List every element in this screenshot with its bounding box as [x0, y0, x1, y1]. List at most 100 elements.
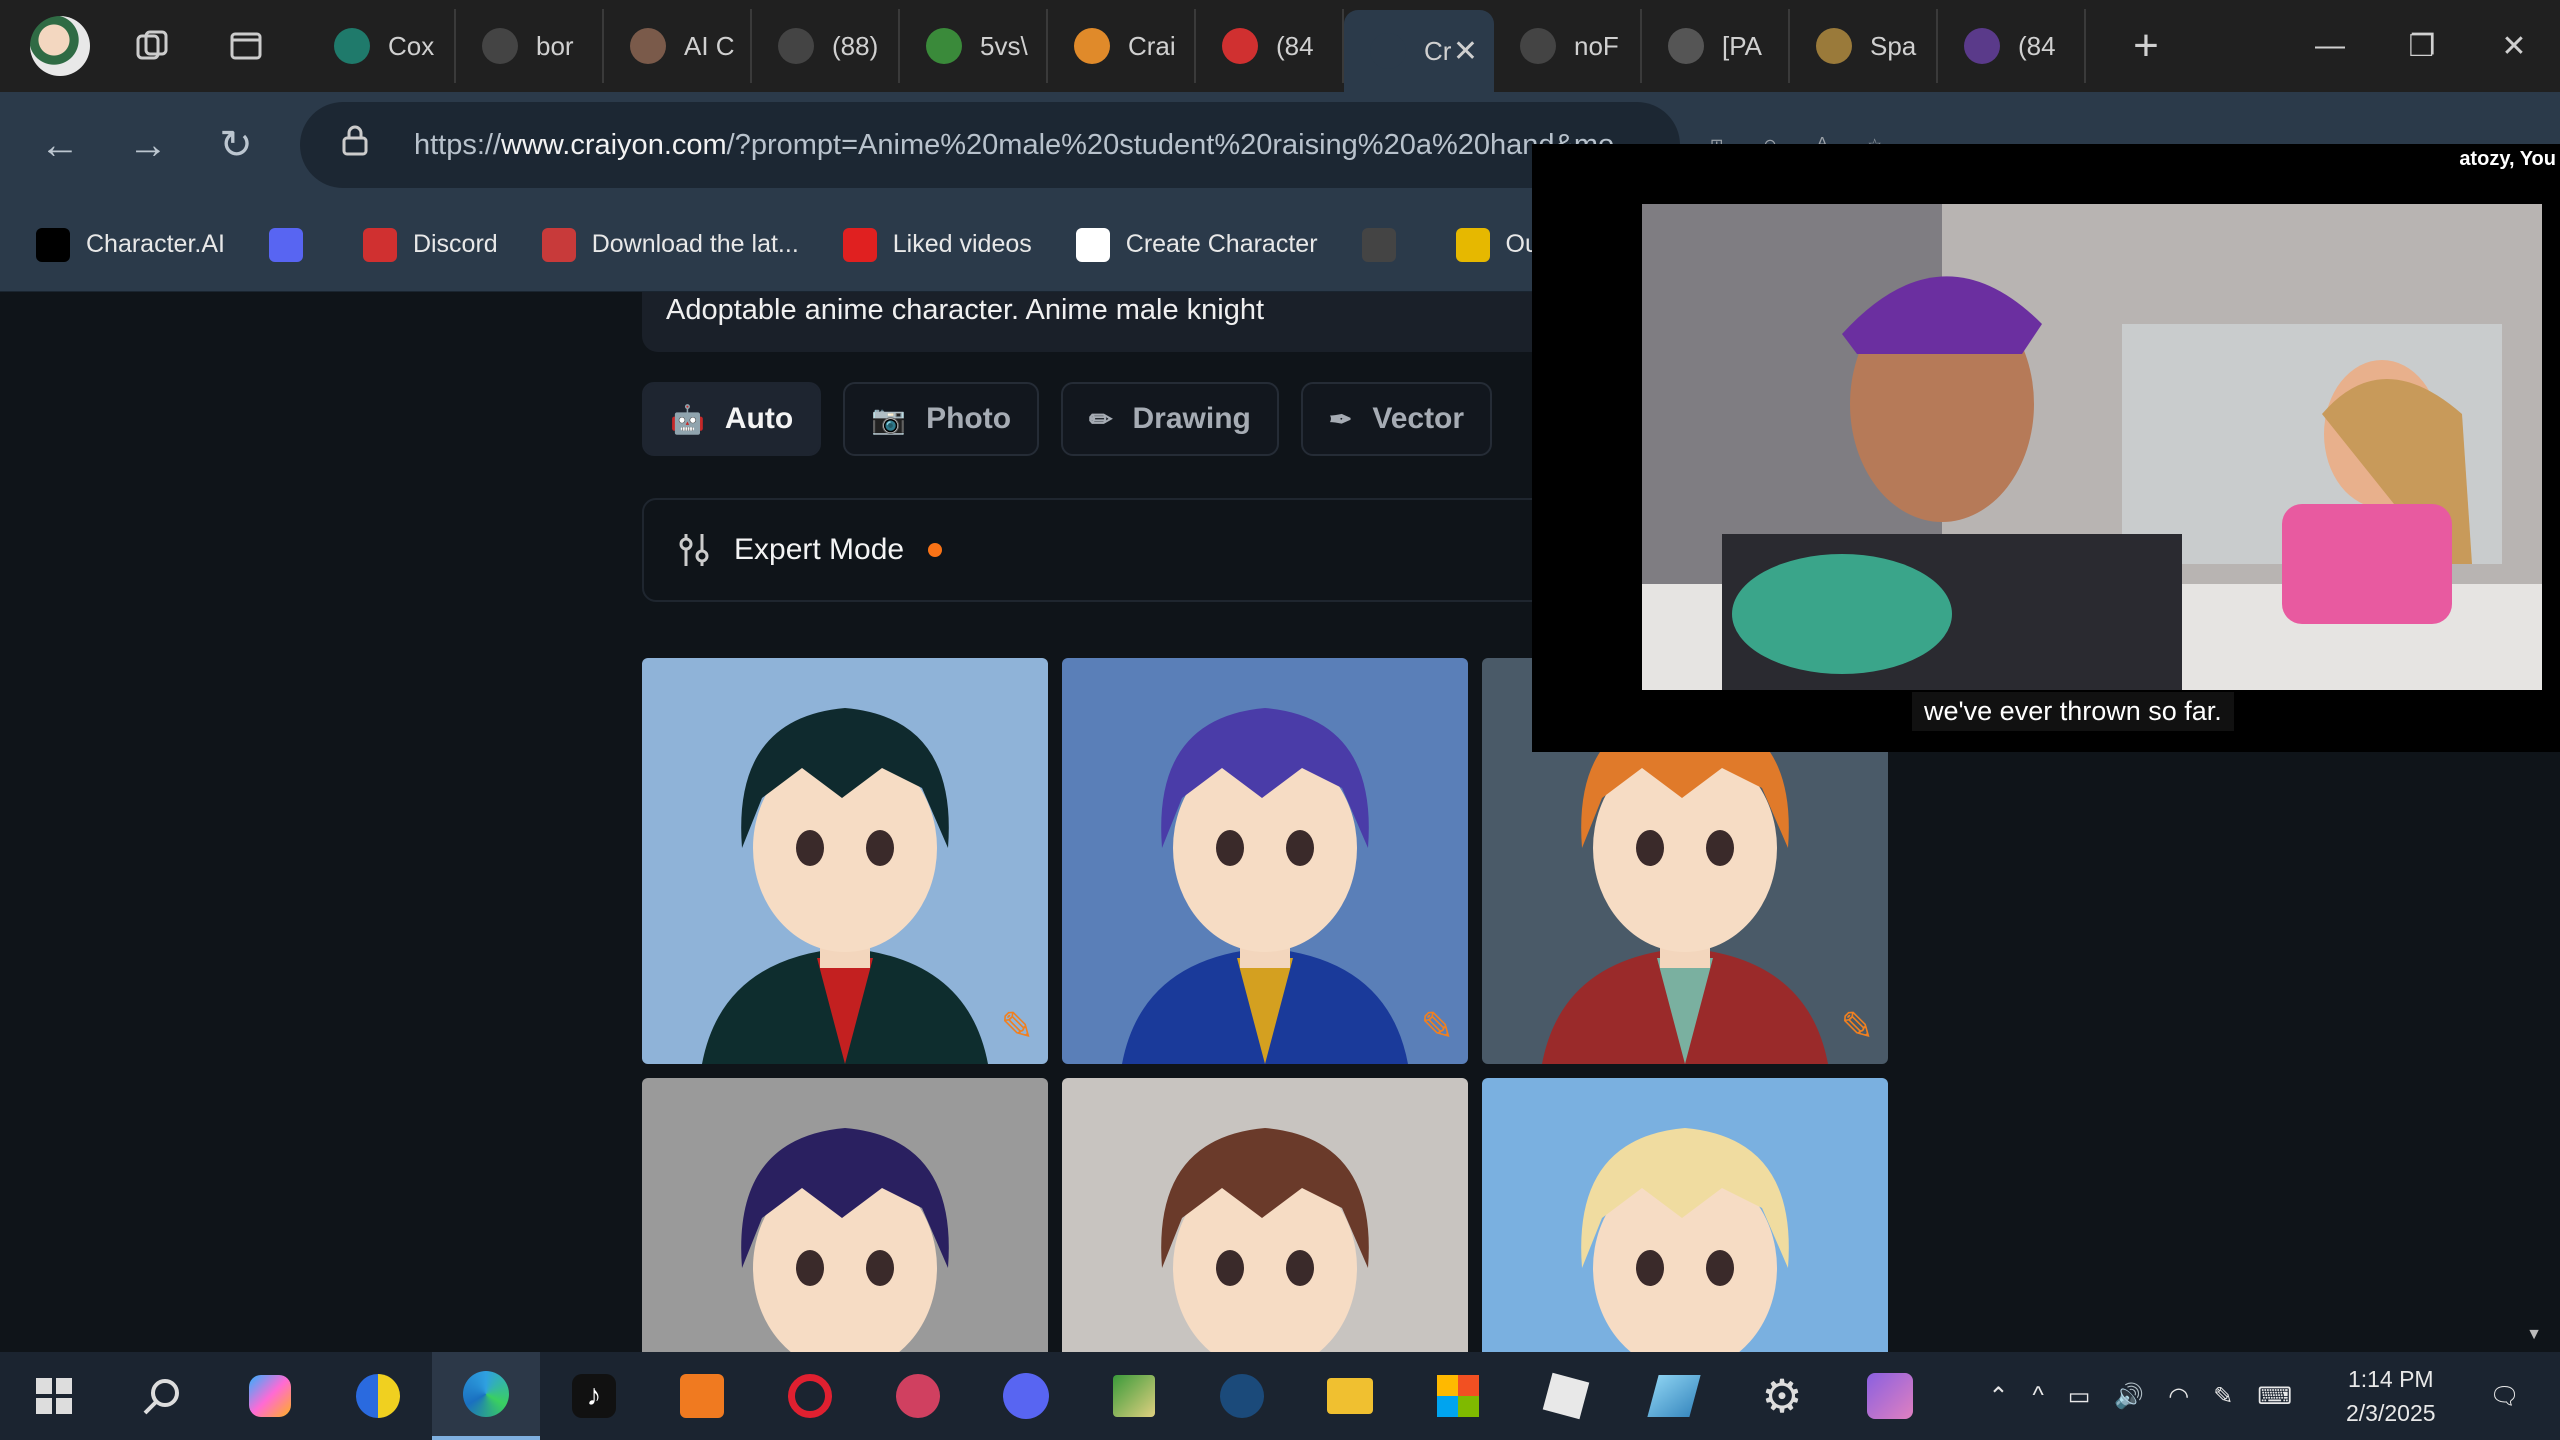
start-icon[interactable]: [0, 1352, 108, 1440]
screen: Cox bor AI C (88) 5vs\ Crai (84 Cr ✕ noF [PA Spa (84…: [0, 0, 2560, 1440]
edit-pencil-icon[interactable]: ✎: [1840, 1004, 1874, 1050]
close-icon[interactable]: ✕: [2468, 0, 2560, 92]
tab-label: (84: [2018, 30, 2056, 61]
bookmark-icon: [842, 227, 877, 262]
workspaces-icon[interactable]: [120, 14, 184, 78]
bookmark-label: Discord: [412, 230, 498, 258]
bookmark-label: Character.AI: [86, 230, 225, 258]
bookmark-item[interactable]: Discord: [362, 227, 498, 262]
tab-label: 5vs\: [980, 30, 1028, 61]
search-icon[interactable]: [108, 1352, 216, 1440]
app-orange-icon[interactable]: [648, 1352, 756, 1440]
bookmark-item[interactable]: [268, 227, 319, 262]
generated-image[interactable]: [1482, 1078, 1888, 1352]
edit-pencil-icon[interactable]: ✎: [1420, 1004, 1454, 1050]
clock[interactable]: 1:14 PM 2/3/2025: [2346, 1362, 2436, 1430]
taskbar: ♪ ⚙ ⌃ ^ ▭ 🔊 ◠ ✎ ⌨ 1:14 PM 2/3/2025 🗨: [0, 1352, 2560, 1440]
status-dot: [928, 543, 943, 557]
restore-icon[interactable]: ❐: [2376, 0, 2468, 92]
back-icon[interactable]: ←: [16, 101, 104, 189]
bookmark-icon: [362, 227, 397, 262]
snipping-tool-icon[interactable]: [864, 1352, 972, 1440]
wifi-icon[interactable]: ◠: [2168, 1382, 2189, 1411]
picture-in-picture-window[interactable]: atozy, You we've ever thrown so far.: [1532, 144, 2560, 752]
edge-icon[interactable]: [432, 1352, 540, 1440]
mode-icon: ✏: [1089, 403, 1113, 435]
roblox-icon[interactable]: [1512, 1352, 1620, 1440]
bookmark-item[interactable]: Create Character: [1075, 227, 1318, 262]
generated-image[interactable]: ✎: [1062, 658, 1468, 1064]
mode-button[interactable]: 🤖 Auto: [642, 382, 822, 456]
tab-favicon-icon: [1520, 28, 1556, 64]
volume-icon[interactable]: 🔊: [2114, 1382, 2144, 1411]
tab-label: (88): [832, 30, 879, 61]
browser-tab[interactable]: Spa: [1790, 9, 1938, 83]
video-frame[interactable]: [1642, 204, 2542, 690]
tray-scroll-icon[interactable]: ⌃: [1988, 1382, 2008, 1411]
app-avatar-icon[interactable]: [1836, 1352, 1944, 1440]
forward-icon[interactable]: →: [104, 101, 192, 189]
steam-icon[interactable]: [1188, 1352, 1296, 1440]
mode-button[interactable]: ✒ Vector: [1300, 382, 1493, 456]
scroll-down-icon[interactable]: ▼: [2524, 1326, 2544, 1346]
tiktok-icon[interactable]: ♪: [540, 1352, 648, 1440]
bookmark-icon: [541, 227, 576, 262]
tab-label: Spa: [1870, 30, 1917, 61]
tab-label: (84: [1276, 30, 1314, 61]
browser-tab[interactable]: AI C: [604, 9, 752, 83]
browser-tab[interactable]: (84: [1196, 9, 1344, 83]
browser-tab[interactable]: (84: [1938, 9, 2086, 83]
window-controls: — ❐ ✕: [2284, 0, 2560, 92]
tab-label: Crai: [1128, 30, 1176, 61]
notifications-icon[interactable]: 🗨: [2490, 1382, 2520, 1411]
app-blue-icon[interactable]: [1620, 1352, 1728, 1440]
tab-label: Cox: [388, 30, 435, 61]
bookmark-item[interactable]: Character.AI: [36, 227, 225, 262]
browser-tab[interactable]: noF: [1494, 9, 1642, 83]
edit-pencil-icon[interactable]: ✎: [1000, 1004, 1034, 1050]
mode-button[interactable]: ✏ Drawing: [1061, 382, 1279, 456]
browser-tab[interactable]: bor: [456, 9, 604, 83]
store-icon[interactable]: [1404, 1352, 1512, 1440]
generated-image[interactable]: [642, 1078, 1048, 1352]
minimize-icon[interactable]: —: [2284, 0, 2376, 92]
opera-icon[interactable]: [756, 1352, 864, 1440]
prompt-field[interactable]: Adoptable anime character. Anime male kn…: [642, 292, 1602, 352]
app-green-icon[interactable]: [1080, 1352, 1188, 1440]
settings-gear-icon[interactable]: ⚙: [1728, 1352, 1836, 1440]
mode-label: Vector: [1372, 402, 1465, 435]
mode-button[interactable]: 📷 Photo: [843, 382, 1040, 456]
show-hidden-icons[interactable]: ^: [2032, 1382, 2043, 1410]
close-tab-icon[interactable]: ✕: [1453, 34, 1478, 69]
bookmark-item[interactable]: Liked videos: [842, 227, 1032, 262]
file-explorer-icon[interactable]: [1296, 1352, 1404, 1440]
browser-tab[interactable]: Crai: [1048, 9, 1196, 83]
expert-mode-toggle[interactable]: Expert Mode: [642, 498, 1602, 602]
bookmark-item[interactable]: Download the lat...: [541, 227, 799, 262]
bookmark-label: Liked videos: [892, 230, 1032, 258]
browser-tab[interactable]: (88): [752, 9, 900, 83]
browser-tab[interactable]: [PA: [1642, 9, 1790, 83]
discord-icon[interactable]: [972, 1352, 1080, 1440]
new-tab-button[interactable]: +: [2106, 6, 2186, 86]
tab-favicon-icon: [1370, 33, 1406, 69]
lock-icon[interactable]: [340, 124, 384, 166]
bookmark-item[interactable]: [1361, 227, 1412, 262]
tab-actions-icon[interactable]: [214, 14, 278, 78]
tab-label: [PA: [1722, 30, 1762, 61]
tab-favicon-icon: [926, 28, 962, 64]
keyboard-icon[interactable]: ⌨: [2257, 1382, 2292, 1411]
refresh-icon[interactable]: ↻: [192, 101, 280, 189]
generated-image[interactable]: [1062, 1078, 1468, 1352]
browser-tab[interactable]: Cox: [308, 9, 456, 83]
browser-tab[interactable]: 5vs\: [900, 9, 1048, 83]
browser-tab[interactable]: Cr ✕: [1344, 10, 1494, 92]
copilot-icon[interactable]: [216, 1352, 324, 1440]
profile-avatar[interactable]: [30, 16, 90, 76]
generated-image[interactable]: ✎: [642, 658, 1048, 1064]
battery-icon[interactable]: ▭: [2068, 1382, 2091, 1411]
address-input[interactable]: https://www.craiyon.com/?prompt=Anime%20…: [300, 102, 1680, 188]
pen-icon[interactable]: ✎: [2213, 1382, 2233, 1411]
sliders-icon: [679, 534, 709, 566]
globe-app-icon[interactable]: [324, 1352, 432, 1440]
